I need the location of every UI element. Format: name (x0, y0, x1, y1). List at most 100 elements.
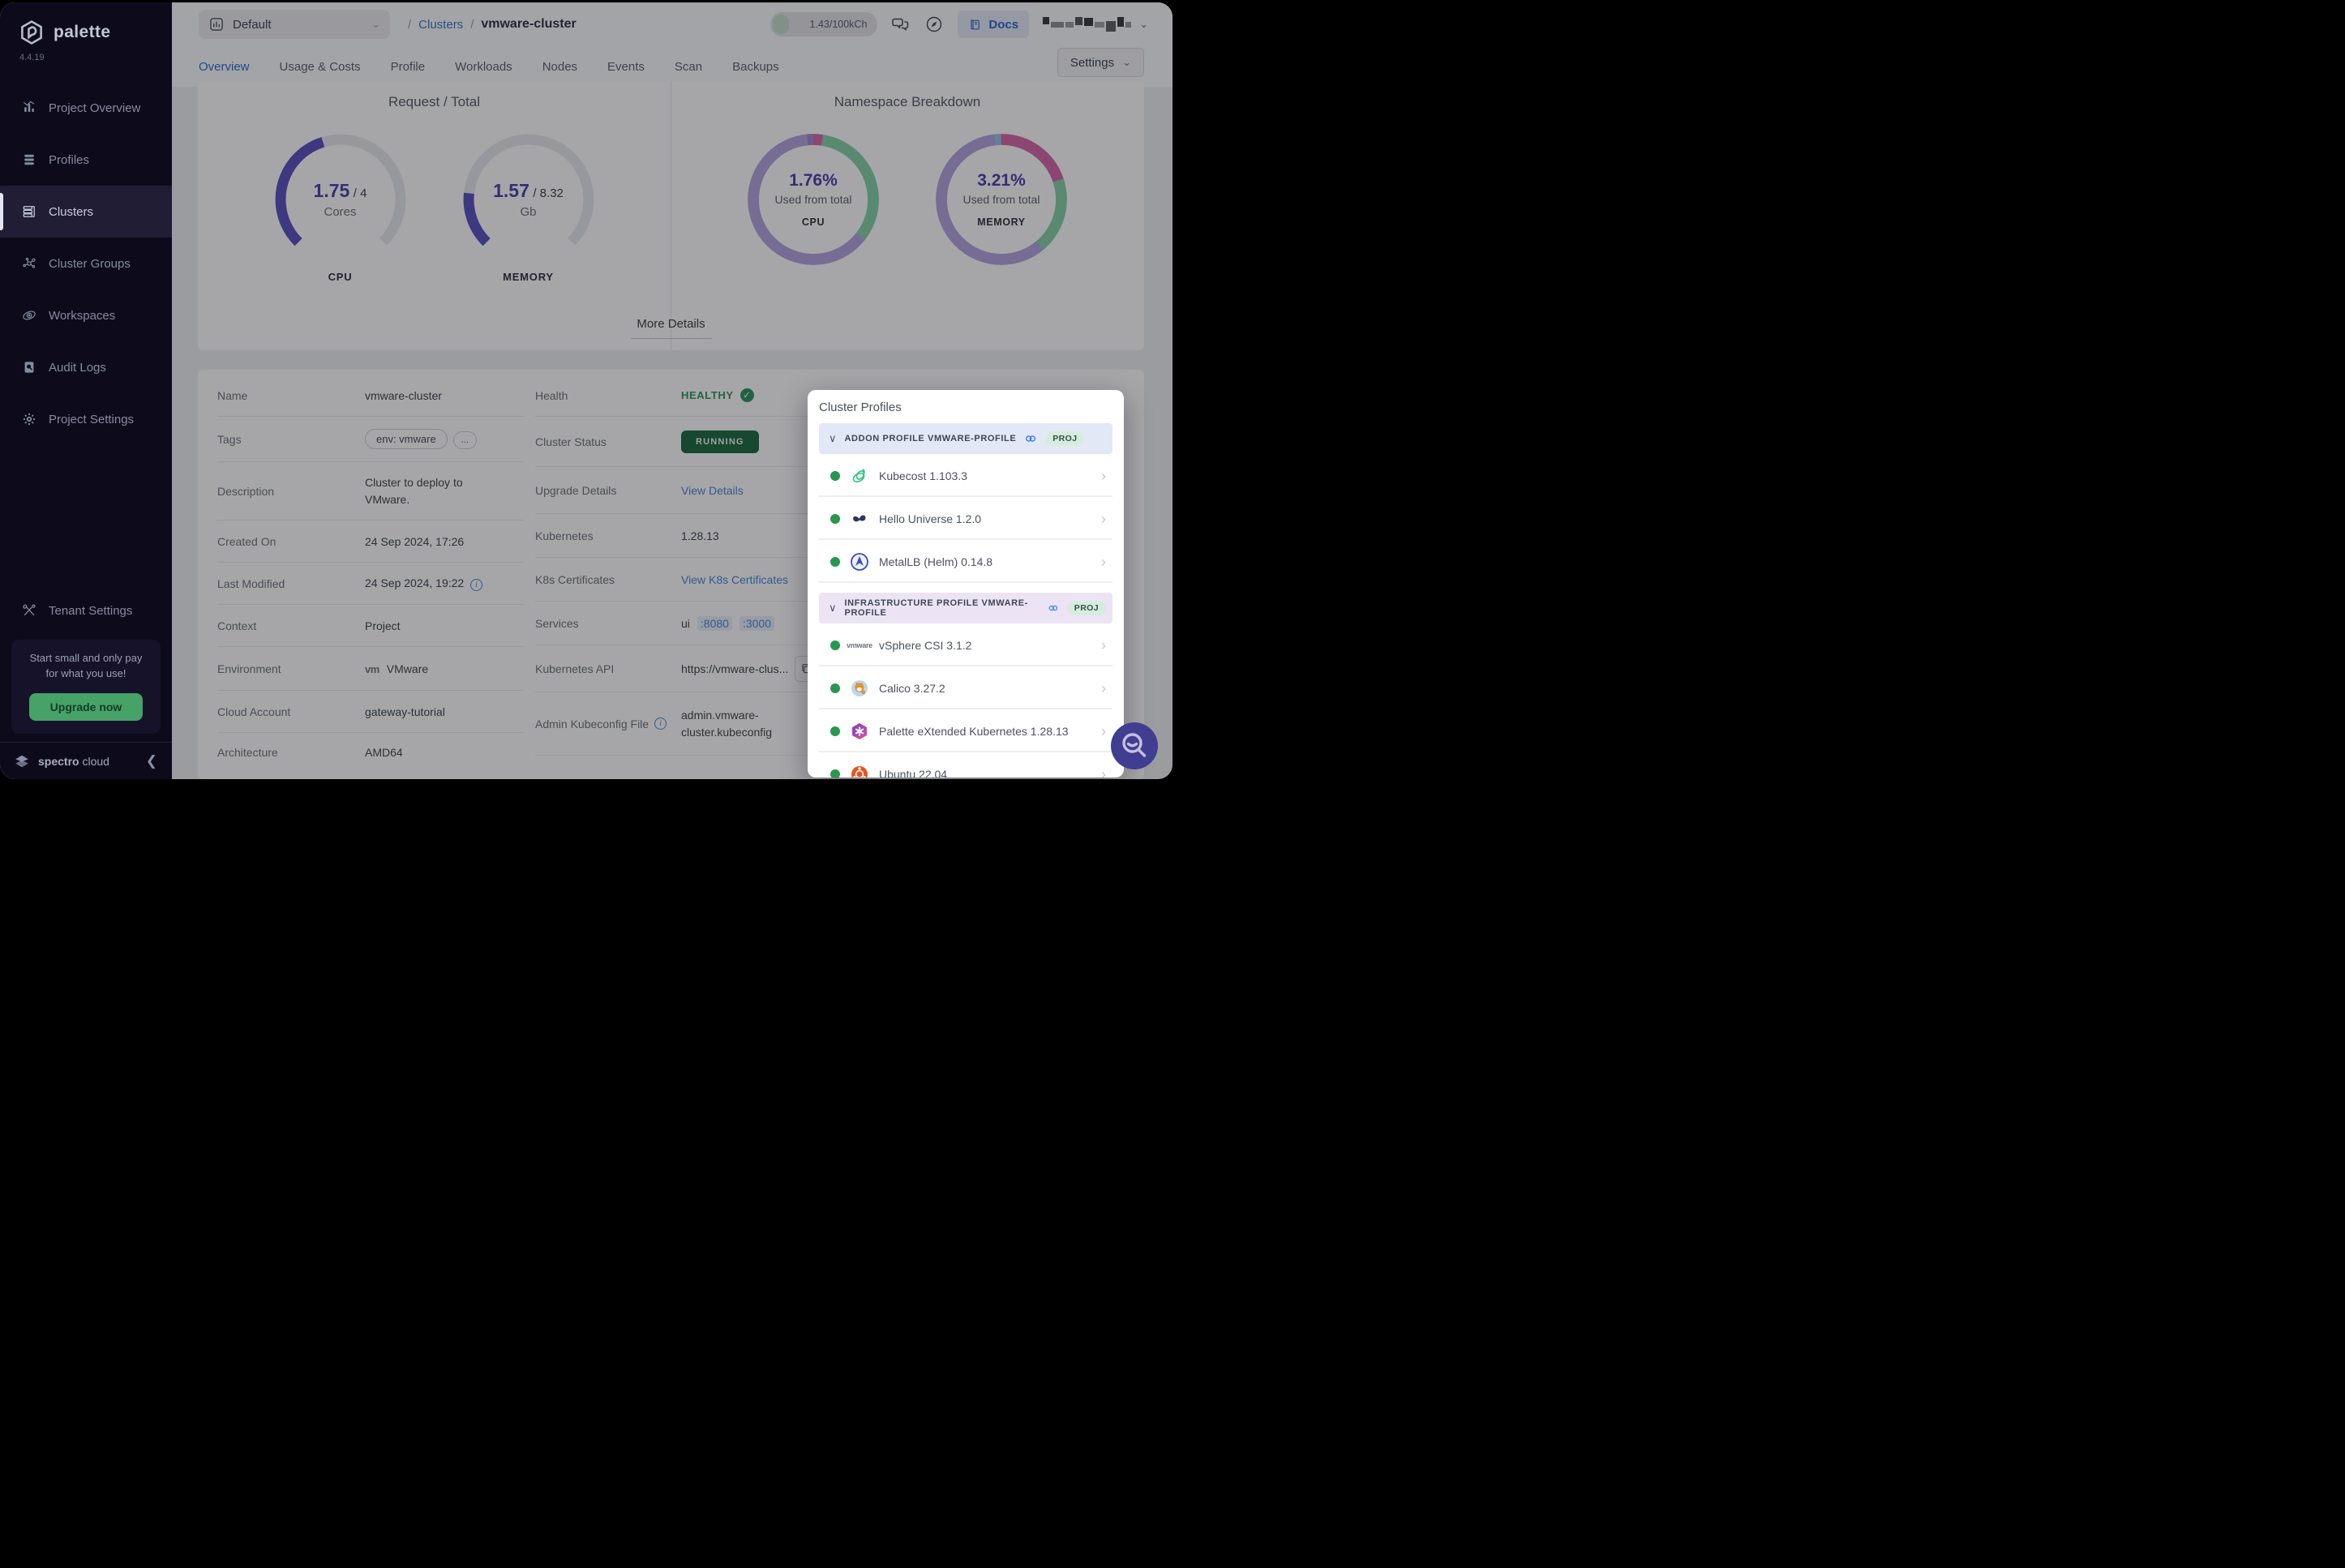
calico-logo (850, 679, 869, 698)
sidebar-item-label: Workspaces (49, 309, 115, 323)
overview-metrics-card: Request / Total 1.75 / 4 Cores CPU (198, 81, 1144, 350)
sidebar-item-clusters[interactable]: Clusters (0, 186, 172, 238)
profile-layer-ubuntu[interactable]: Ubuntu 22.04 › (819, 755, 1112, 778)
search-icon (1110, 722, 1159, 770)
chevron-right-icon: › (1101, 766, 1106, 778)
project-selector-value: Default (233, 18, 272, 32)
check-circle-icon: ✓ (740, 388, 754, 402)
profile-layer-kubecost[interactable]: Kubecost 1.103.3 › (819, 456, 1112, 497)
description-value: Cluster to deploy to VMware. (365, 474, 509, 508)
palette-logo (18, 19, 45, 46)
project-chart-icon (208, 16, 225, 32)
view-details-link[interactable]: View Details (681, 484, 744, 497)
tags-more-button[interactable]: ... (453, 431, 477, 449)
sidebar-item-profiles[interactable]: Profiles (0, 134, 172, 186)
docs-button[interactable]: Docs (958, 11, 1029, 38)
chevron-down-icon: ∨ (829, 602, 837, 615)
vmware-logo: vmware (850, 636, 869, 655)
status-dot (830, 683, 840, 693)
chevron-right-icon: › (1101, 680, 1106, 697)
sidebar-item-project-settings[interactable]: Project Settings (0, 393, 172, 445)
memory-gauge: 1.57 / 8.32 Gb MEMORY (459, 130, 598, 283)
profile-layer-palette-extended-kubernetes[interactable]: Palette eXtended Kubernetes 1.28.13 › (819, 712, 1112, 752)
sidebar-item-tenant-settings[interactable]: Tenant Settings (0, 588, 172, 633)
sidebar-item-label: Project Overview (49, 101, 140, 115)
service-port-link[interactable]: :8080 (697, 616, 732, 631)
profile-layer-hello-universe[interactable]: Hello Universe 1.2.0 › (819, 499, 1112, 540)
sidebar-item-label: Cluster Groups (49, 257, 131, 271)
info-icon[interactable]: i (654, 718, 667, 730)
app-version: 4.4.19 (0, 46, 172, 62)
metallb-logo (850, 552, 869, 572)
sidebar-item-label: Tenant Settings (49, 604, 132, 618)
audit-icon (21, 359, 37, 375)
environment-value: vmVMware (365, 662, 428, 675)
sidebar-nav: Project Overview Profiles Clusters Clust… (0, 82, 172, 445)
spectro-cloud-logo (13, 752, 31, 770)
sidebar-item-cluster-groups[interactable]: Cluster Groups (0, 238, 172, 289)
breadcrumb-clusters-link[interactable]: Clusters (418, 18, 463, 32)
footer-brand: spectro cloud (38, 755, 109, 768)
chevron-right-icon: › (1101, 511, 1106, 528)
usage-meter[interactable]: 1.43/100kCh (770, 12, 877, 36)
promo-text: Start small and only pay for what you us… (18, 651, 154, 682)
cluster-name-value: vmware-cluster (365, 389, 442, 402)
profile-layer-calico[interactable]: Calico 3.27.2 › (819, 669, 1112, 709)
context-value: Project (365, 619, 401, 632)
cluster-profiles-panel: Cluster Profiles ∨ ADDON PROFILE VMWARE-… (808, 390, 1124, 778)
layers-icon (21, 152, 37, 168)
screen: palette 4.4.19 Project Overview Profiles… (0, 0, 1172, 784)
addon-profile-section-header[interactable]: ∨ ADDON PROFILE VMWARE-PROFILE PROJ (819, 423, 1112, 454)
health-status: HEALTHY✓ (681, 388, 754, 402)
cpu-gauge: 1.75 / 4 Cores CPU (271, 130, 410, 283)
status-dot (830, 514, 840, 524)
server-icon (21, 203, 37, 220)
kubernetes-api-value: https://vmware-clus... (681, 656, 817, 682)
settings-button[interactable]: Settings ⌄ (1057, 48, 1144, 77)
kubeconfig-link[interactable]: admin.vmware-cluster.kubeconfig (681, 707, 819, 741)
upgrade-promo: Start small and only pay for what you us… (11, 640, 161, 734)
architecture-value: AMD64 (365, 746, 403, 759)
header-chrome: Default ⌄ / Clusters / vmware-cluster 1.… (172, 2, 1172, 87)
sidebar-item-audit-logs[interactable]: Audit Logs (0, 341, 172, 393)
chart-title: Request / Total (388, 94, 480, 110)
user-menu[interactable]: ⌄ (1043, 15, 1148, 33)
gear-icon (21, 411, 37, 427)
upgrade-now-button[interactable]: Upgrade now (29, 693, 144, 721)
kubernetes-version-value: 1.28.13 (681, 529, 719, 542)
info-icon[interactable]: i (470, 579, 482, 591)
more-details-button[interactable]: More Details (630, 317, 711, 339)
status-dot (830, 769, 840, 778)
top-bar: Default ⌄ / Clusters / vmware-cluster 1.… (172, 2, 1172, 46)
sidebar-item-project-overview[interactable]: Project Overview (0, 82, 172, 134)
pxk-logo (850, 722, 869, 741)
tag-env-vmware[interactable]: env: vmware (365, 429, 448, 449)
chat-icon[interactable] (891, 15, 911, 34)
service-port-link[interactable]: :3000 (740, 616, 774, 631)
chevron-down-icon: ⌄ (1139, 18, 1148, 31)
view-k8s-certificates-link[interactable]: View K8s Certificates (681, 573, 788, 586)
nodes-icon (21, 255, 37, 272)
help-search-fab[interactable] (1110, 722, 1159, 770)
cloud-account-value: gateway-tutorial (365, 705, 445, 718)
profile-layer-metallb[interactable]: MetalLB (Helm) 0.14.8 › (819, 542, 1112, 583)
sidebar-item-workspaces[interactable]: Workspaces (0, 289, 172, 341)
page-title: vmware-cluster (481, 17, 576, 32)
project-selector[interactable]: Default ⌄ (199, 10, 390, 39)
chevron-right-icon: › (1101, 637, 1106, 654)
collapse-sidebar-icon[interactable]: ❮ (146, 753, 157, 769)
tools-icon (21, 602, 37, 619)
link-icon (1048, 602, 1059, 615)
compass-icon[interactable] (924, 15, 944, 34)
sidebar-item-label: Project Settings (49, 413, 134, 426)
book-icon (968, 18, 982, 32)
infrastructure-profile-section-header[interactable]: ∨ INFRASTRUCTURE PROFILE VMWARE-PROFILE … (819, 593, 1112, 623)
app-window: palette 4.4.19 Project Overview Profiles… (0, 2, 1172, 779)
cpu-namespace-donut: 1.76% Used from total CPU (744, 130, 883, 269)
brand: palette (0, 2, 172, 46)
last-modified-value: 24 Sep 2024, 19:22 i (365, 576, 482, 591)
profile-layer-vsphere-csi[interactable]: vmware vSphere CSI 3.1.2 › (819, 626, 1112, 666)
sidebar-item-label: Profiles (49, 153, 89, 167)
created-on-value: 24 Sep 2024, 17:26 (365, 535, 464, 548)
scope-badge: PROJ (1067, 601, 1106, 615)
